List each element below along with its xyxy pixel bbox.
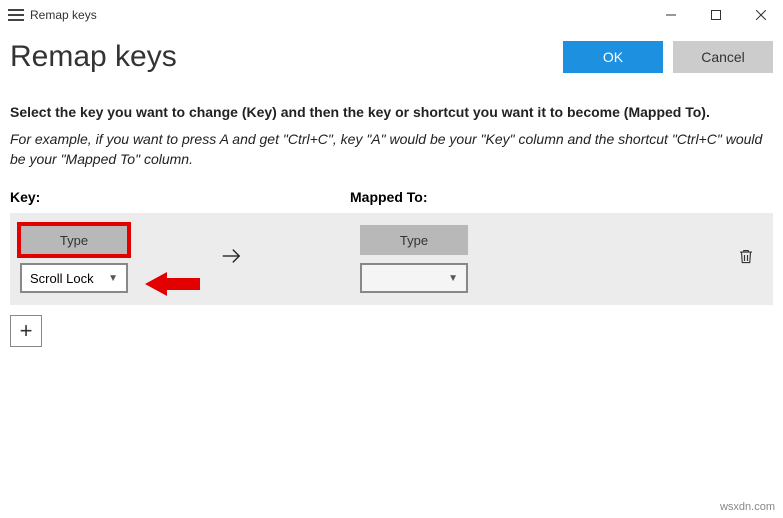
chevron-down-icon: ▼	[108, 273, 118, 284]
chevron-down-icon: ▼	[448, 273, 458, 284]
window-controls	[648, 0, 783, 30]
arrow-right-icon	[220, 245, 242, 273]
delete-row-button[interactable]	[737, 247, 755, 272]
key-column-header: Key:	[10, 189, 350, 205]
page-title: Remap keys	[10, 40, 177, 74]
key-select-value: Scroll Lock	[30, 271, 94, 286]
mapped-type-button[interactable]: Type	[360, 225, 468, 255]
plus-icon: +	[20, 318, 33, 344]
watermark: wsxdn.com	[720, 501, 775, 513]
close-button[interactable]	[738, 0, 783, 30]
remap-row: Type Scroll Lock ▼ Type ▼	[10, 213, 773, 305]
maximize-button[interactable]	[693, 0, 738, 30]
annotation-arrow-icon	[145, 270, 200, 298]
minimize-button[interactable]	[648, 0, 693, 30]
key-select[interactable]: Scroll Lock ▼	[20, 263, 128, 293]
mapped-column-header: Mapped To:	[350, 189, 428, 205]
instruction-text: Select the key you want to change (Key) …	[10, 104, 773, 120]
titlebar-title: Remap keys	[30, 8, 97, 22]
cancel-button[interactable]: Cancel	[673, 41, 773, 73]
key-type-button[interactable]: Type	[20, 225, 128, 255]
app-icon	[8, 9, 24, 21]
titlebar: Remap keys	[0, 0, 783, 30]
example-text: For example, if you want to press A and …	[10, 130, 773, 169]
add-row-button[interactable]: +	[10, 315, 42, 347]
trash-icon	[737, 247, 755, 267]
mapped-select[interactable]: ▼	[360, 263, 468, 293]
ok-button[interactable]: OK	[563, 41, 663, 73]
